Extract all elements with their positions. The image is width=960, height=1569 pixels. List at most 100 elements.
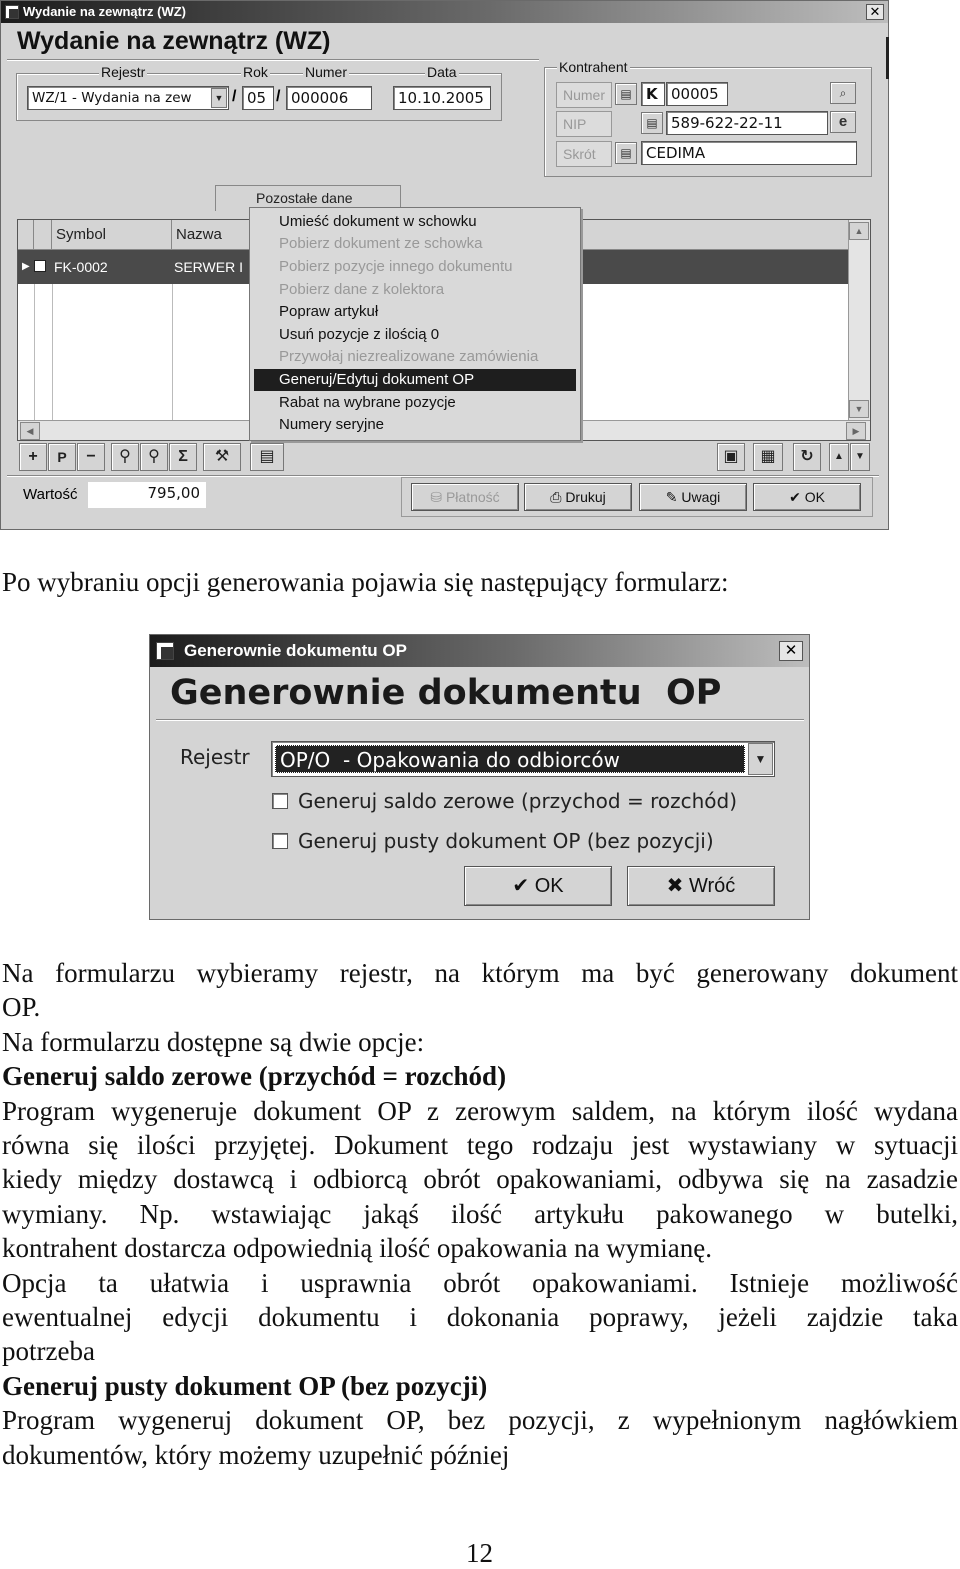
heading-divider xyxy=(7,59,539,61)
dialog-ok-button[interactable]: ✔ OK xyxy=(464,866,612,906)
menu-item-numery-seryjne[interactable]: Numery seryjne xyxy=(254,414,576,436)
skrot-lookup-icon[interactable]: ▤ xyxy=(615,142,637,164)
row-checkbox[interactable] xyxy=(34,260,46,272)
numer-field[interactable]: 000006 xyxy=(286,86,372,110)
menu-dropdown-icon[interactable]: ▤ xyxy=(250,443,284,471)
pusty-dokument-checkbox[interactable] xyxy=(272,833,288,849)
scroll-left-icon[interactable]: ◀ xyxy=(20,422,40,440)
dialog-title-bar: Generownie dokumentu OP ✕ xyxy=(150,635,809,667)
kontrahent-numer-button[interactable]: Numer xyxy=(556,82,612,108)
dialog-title-text: Generownie dokumentu OP xyxy=(184,641,407,660)
paragraph-line: Program wygeneruje dokument OP z zerowym… xyxy=(2,1095,958,1126)
kontrahent-prefix[interactable]: K xyxy=(641,82,665,106)
grid-line xyxy=(52,284,53,440)
wz-title-text: Wydanie na zewnątrz (WZ) xyxy=(23,4,186,19)
kontrahent-skrot-button[interactable]: Skrót xyxy=(556,141,612,167)
ok-button-label: OK xyxy=(804,489,825,505)
scroll-down-icon[interactable]: ▼ xyxy=(849,400,869,418)
p-button[interactable]: P xyxy=(48,443,76,471)
menu-item-rabat[interactable]: Rabat na wybrane pozycje xyxy=(254,392,576,414)
paragraph-line: Opcja ta ułatwia i usprawnia obrót opako… xyxy=(2,1267,958,1298)
printer-icon: ⎙ xyxy=(550,489,566,505)
vertical-scrollbar[interactable]: ▲ ▼ xyxy=(848,220,870,420)
checkmark-icon: ✔ xyxy=(789,489,805,505)
uwagi-button[interactable]: ✎ Uwagi xyxy=(639,483,747,511)
wz-title-bar: Wydanie na zewnątrz (WZ) ✕ xyxy=(1,1,888,23)
dialog-back-button[interactable]: ✖ Wróć xyxy=(627,866,775,906)
save-icon[interactable]: ▣ xyxy=(717,443,745,471)
menu-item-pobierz-z-kolektora[interactable]: Pobierz dane z kolektora xyxy=(254,279,576,301)
platnosc-button-label: Płatność xyxy=(445,489,500,505)
rejestr-dropdown-icon[interactable]: ▼ xyxy=(211,88,227,108)
menu-item-generuj-dokument-op[interactable]: Generuj/Edytuj dokument OP xyxy=(254,369,576,391)
sum-button[interactable]: Σ xyxy=(169,443,197,471)
paragraph-line: Na formularzu wybieramy rejestr, na któr… xyxy=(2,958,958,988)
saldo-zerowe-checkbox[interactable] xyxy=(272,793,288,809)
body-text: Na formularzu wybieramy rejestr, na któr… xyxy=(2,956,958,1472)
numer-lookup-icon[interactable]: ▤ xyxy=(615,83,637,105)
menu-item-pobierz-pozycje[interactable]: Pobierz pozycje innego dokumentu xyxy=(254,256,576,278)
scroll-up-icon[interactable]: ▲ xyxy=(849,222,869,240)
separator: / xyxy=(232,88,237,105)
menu-item-przywolaj-zamowienia[interactable]: Przywołaj niezrealizowane zamówienia xyxy=(254,346,576,368)
wartosc-label: Wartość xyxy=(23,486,78,503)
add-position-button[interactable]: + xyxy=(19,443,47,471)
context-menu: Umieść dokument w schowku Pobierz dokume… xyxy=(249,207,581,441)
drukuj-button[interactable]: ⎙ Drukuj xyxy=(524,483,632,511)
page-number: 12 xyxy=(466,1538,493,1568)
rok-label: Rok xyxy=(241,64,270,80)
row-nazwa: SERWER I xyxy=(174,259,243,275)
nip-lookup-icon[interactable]: ▤ xyxy=(641,112,663,134)
checkbox-column-header xyxy=(34,220,52,250)
remove-position-button[interactable]: − xyxy=(77,443,105,471)
rok-field[interactable]: 05 xyxy=(242,86,274,110)
paragraph-line: dokumentów, który możemy uzupełnić późni… xyxy=(2,1439,510,1470)
paragraph-line: OP. xyxy=(2,992,41,1023)
menu-item-usun-pozycje-zero[interactable]: Usuń pozycje z ilością 0 xyxy=(254,324,576,346)
close-icon[interactable]: ✕ xyxy=(779,641,803,661)
intro-text: Po wybraniu opcji generowania pojawia si… xyxy=(2,565,729,599)
kontrahent-nip-field[interactable]: 589-622-22-11 xyxy=(666,111,828,135)
window-edge xyxy=(886,37,889,79)
kontrahent-nip-button[interactable]: NIP xyxy=(556,111,612,137)
rejestr-op-select[interactable]: OP/O - Opakowania do odbiorców xyxy=(271,741,775,777)
close-icon[interactable]: ✕ xyxy=(866,4,884,20)
checkmark-icon: ✔ xyxy=(512,875,535,897)
platnosc-button[interactable]: ⛁ Płatność xyxy=(411,483,519,511)
calculator-icon[interactable]: ▦ xyxy=(753,443,783,471)
paragraph-line: potrzeba xyxy=(2,1336,95,1367)
binoculars-icon[interactable]: ⚲ xyxy=(111,443,139,471)
kontrahent-skrot-field[interactable]: CEDIMA xyxy=(641,141,857,165)
scroll-right-icon[interactable]: ▶ xyxy=(846,422,866,440)
internet-explorer-icon[interactable]: e xyxy=(830,111,856,133)
refresh-icon[interactable]: ↻ xyxy=(793,443,821,471)
rejestr-dropdown-icon[interactable]: ▼ xyxy=(748,743,773,775)
data-field[interactable]: 10.10.2005 xyxy=(393,86,491,110)
menu-item-popraw-artykul[interactable]: Popraw artykuł xyxy=(254,301,576,323)
move-down-icon[interactable]: ▼ xyxy=(850,443,870,471)
column-header-symbol[interactable]: Symbol xyxy=(52,220,172,250)
row-pointer-icon: ▶ xyxy=(22,261,30,272)
dialog-ok-label: OK xyxy=(534,875,564,897)
separator: / xyxy=(276,88,281,105)
menu-item-pobierz-ze-schowka[interactable]: Pobierz dokument ze schowka xyxy=(254,233,576,255)
rejestr-select[interactable]: WZ/1 - Wydania na zew xyxy=(27,86,229,110)
saldo-zerowe-label: Generuj saldo zerowe (przychod = rozchód… xyxy=(298,789,738,813)
binoculars-icon[interactable]: ⌕ xyxy=(830,82,856,104)
payment-icon: ⛁ xyxy=(430,489,446,505)
ok-button[interactable]: ✔ OK xyxy=(753,483,861,511)
row-indicator-header xyxy=(18,220,34,250)
find-next-icon[interactable]: ⚲ xyxy=(140,443,168,471)
section-heading-text: Generuj saldo zerowe (przychód = rozchód… xyxy=(2,1061,507,1092)
move-up-icon[interactable]: ▲ xyxy=(829,443,849,471)
app-icon xyxy=(156,642,174,660)
rejestr-label: Rejestr xyxy=(180,745,250,769)
tools-icon[interactable]: ⚒ xyxy=(203,443,241,471)
grid-line xyxy=(34,284,35,440)
menu-item-umiesc-w-schowku[interactable]: Umieść dokument w schowku xyxy=(254,211,576,233)
paragraph: Na formularzu dostępne są dwie opcje: xyxy=(2,1026,425,1057)
paragraph-line: wymiany. Np. wstawiając jakąś ilość arty… xyxy=(2,1198,958,1229)
paragraph-line: kiedy między dostawcą i odbiorcą obrót o… xyxy=(2,1164,958,1195)
drukuj-button-label: Drukuj xyxy=(565,489,606,505)
kontrahent-numer-field[interactable]: 00005 xyxy=(666,82,728,106)
